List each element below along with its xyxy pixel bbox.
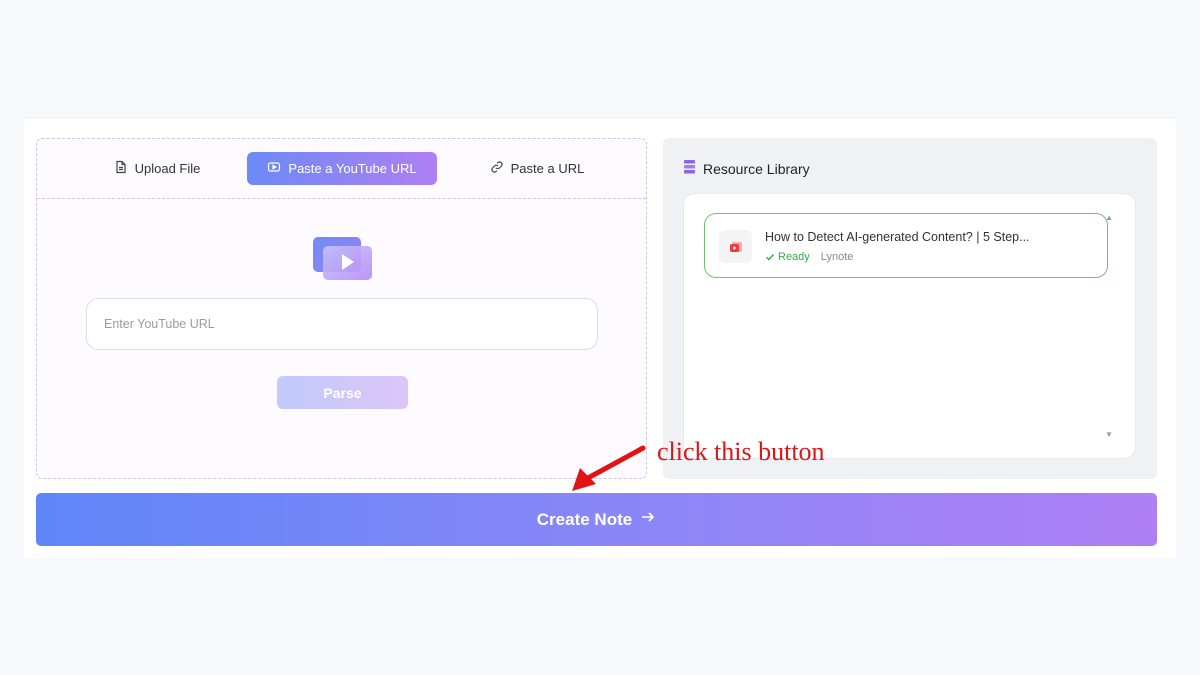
list-item[interactable]: How to Detect AI-generated Content? | 5 … <box>704 213 1108 278</box>
file-icon <box>114 160 128 177</box>
tab-upload-label: Upload File <box>134 161 201 176</box>
status-text: Ready <box>778 251 810 263</box>
link-icon <box>490 160 504 177</box>
tab-youtube-label: Paste a YouTube URL <box>288 161 417 176</box>
source-input-panel: Upload File Paste a YouTube URL Paste a … <box>36 138 647 479</box>
resource-library-title: Resource Library <box>703 160 810 177</box>
status-badge: Ready <box>765 251 810 263</box>
source-tabs: Upload File Paste a YouTube URL Paste a … <box>37 139 646 199</box>
create-note-button[interactable]: Create Note <box>36 493 1157 546</box>
library-stack-icon <box>684 160 695 177</box>
resource-library-panel: Resource Library How to Detect AI-genera… <box>663 138 1157 479</box>
resource-title: How to Detect AI-generated Content? | 5 … <box>765 230 1030 244</box>
tab-paste-url[interactable]: Paste a URL <box>467 152 607 185</box>
parse-button[interactable]: Parse <box>277 376 408 409</box>
youtube-video-icon <box>719 230 752 263</box>
tab-upload-file[interactable]: Upload File <box>87 152 227 185</box>
arrow-right-icon <box>640 509 656 530</box>
resource-meta: Ready Lynote <box>765 251 853 263</box>
resource-library-header: Resource Library <box>684 160 810 177</box>
scroll-down-arrow-icon[interactable]: ▼ <box>1105 430 1113 439</box>
resource-list: How to Detect AI-generated Content? | 5 … <box>683 193 1136 459</box>
annotation-text: click this button <box>657 437 825 466</box>
resource-source: Lynote <box>820 251 854 263</box>
youtube-icon <box>267 160 281 177</box>
tab-youtube-url[interactable]: Paste a YouTube URL <box>247 152 437 185</box>
youtube-url-input[interactable] <box>86 298 598 350</box>
annotation-arrow-icon <box>572 445 646 491</box>
video-play-icon <box>313 237 372 280</box>
tab-url-label: Paste a URL <box>510 161 585 176</box>
scroll-up-arrow-icon[interactable]: ▲ <box>1105 213 1113 222</box>
check-icon <box>766 254 775 261</box>
create-note-label: Create Note <box>536 509 633 529</box>
